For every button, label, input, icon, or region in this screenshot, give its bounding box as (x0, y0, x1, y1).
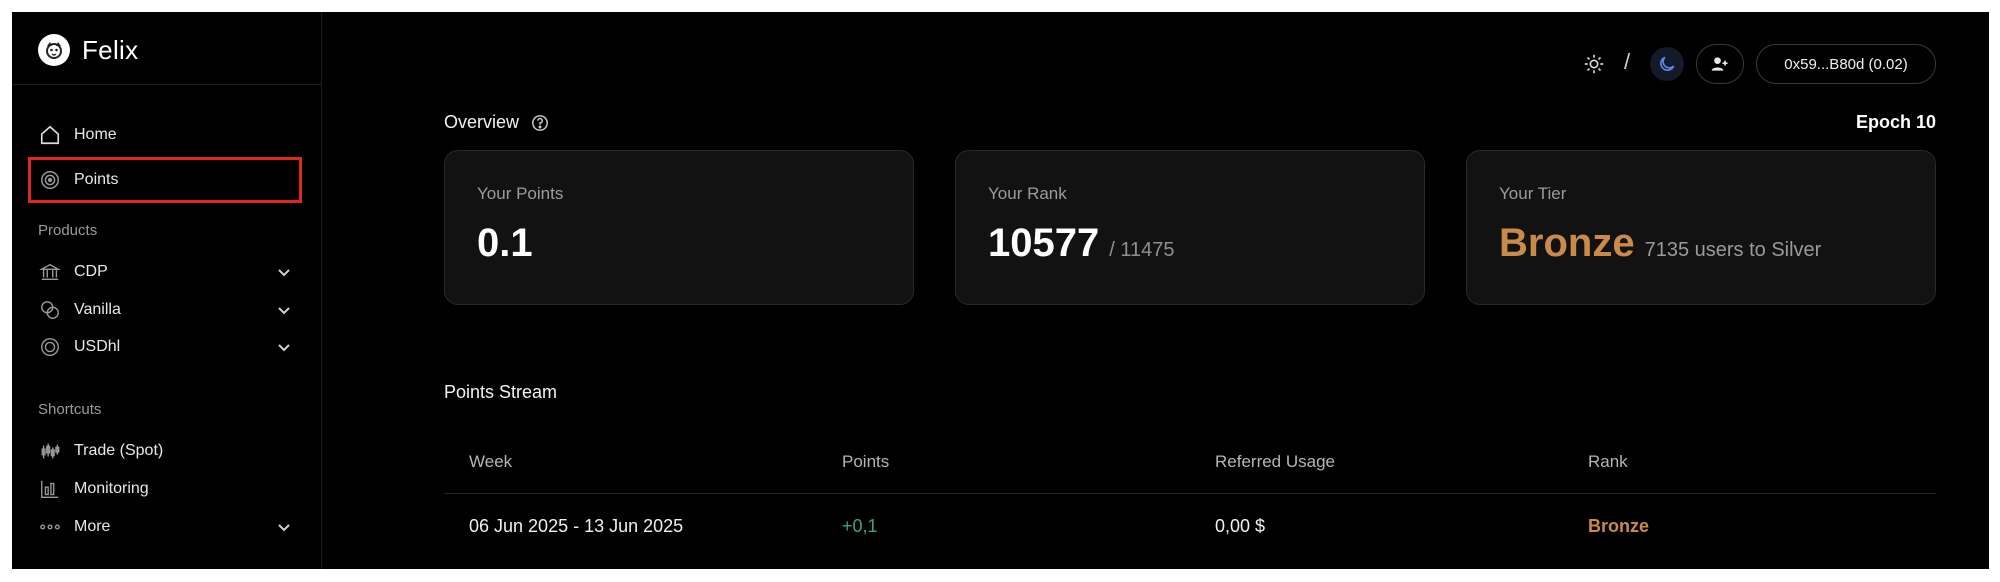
sidebar-item-label: Home (74, 126, 117, 143)
coins-icon (38, 298, 62, 322)
moon-icon (1660, 56, 1675, 71)
points-value: 0.1 (477, 221, 533, 266)
sidebar-item-more[interactable]: More (38, 512, 298, 542)
sidebar-item-label: Monitoring (74, 480, 149, 497)
cell-points: +0,1 (842, 516, 878, 536)
coin-icon (38, 335, 62, 359)
table-row: 06 Jun 2025 - 13 Jun 2025 +0,1 0,00 $ Br… (444, 494, 1936, 558)
sidebar-item-label: Vanilla (74, 301, 121, 318)
tier-card: Your Tier Bronze 7135 users to Silver (1466, 150, 1936, 305)
sidebar-item-label: USDhl (74, 338, 121, 355)
cell-week: 06 Jun 2025 - 13 Jun 2025 (469, 516, 684, 536)
tier-value-text: Bronze (1499, 221, 1635, 265)
sun-icon (1584, 54, 1604, 74)
tier-note: 7135 users to Silver (1644, 239, 1822, 261)
overview-title-text: Overview (444, 112, 520, 132)
chevron-down-icon (278, 269, 290, 277)
points-stream-title: Points Stream (444, 382, 558, 402)
tier-card-label: Your Tier (1499, 184, 1567, 203)
epoch-label: Epoch 10 (1855, 112, 1936, 132)
points-card-label: Your Points (477, 184, 564, 203)
sidebar-item-label: Points (74, 171, 119, 188)
points-value-text: 0.1 (477, 221, 533, 265)
app-name: Felix (82, 34, 139, 65)
logo[interactable]: Felix (38, 30, 138, 70)
sidebar-item-label: Trade (Spot) (74, 442, 164, 459)
app-window: Felix Home Points Products CDP Vanilla U… (12, 12, 1989, 569)
rank-card-label: Your Rank (988, 184, 1067, 203)
user-plus-icon (1711, 57, 1728, 71)
rank-value-text: 10577 (988, 221, 1100, 265)
section-title-products: Products (38, 222, 98, 239)
overview-title: Overview (444, 112, 549, 133)
sidebar-item-cdp[interactable]: CDP (38, 257, 298, 287)
divider (12, 84, 322, 85)
points-card: Your Points 0.1 (444, 150, 914, 305)
points-stream-table: Week Points Referred Usage Rank 06 Jun 2… (444, 432, 1936, 558)
theme-separator: / (1624, 49, 1631, 74)
column-header-points: Points (842, 452, 890, 471)
section-title-shortcuts: Shortcuts (38, 401, 102, 418)
chevron-down-icon (278, 307, 290, 315)
chevron-down-icon (278, 344, 290, 352)
chevron-down-icon (278, 524, 290, 532)
dark-theme-button[interactable] (1650, 47, 1684, 81)
sidebar-item-points[interactable]: Points (38, 165, 298, 195)
home-icon (38, 123, 62, 147)
help-icon[interactable] (531, 114, 549, 132)
column-header-week: Week (469, 452, 513, 471)
sidebar-item-usdhl[interactable]: USDhl (38, 332, 298, 362)
table-header-row: Week Points Referred Usage Rank (444, 432, 1936, 494)
bar-chart-icon (38, 477, 62, 501)
sidebar-item-label: More (74, 518, 111, 535)
felix-logo-icon (38, 34, 70, 66)
cell-rank: Bronze (1588, 516, 1650, 536)
candlestick-icon (38, 439, 62, 463)
bank-icon (38, 260, 62, 284)
wallet-button[interactable]: 0x59...B80d (0.02) (1756, 44, 1936, 84)
rank-total: / 11475 (1109, 239, 1175, 261)
cell-referred-usage: 0,00 $ (1215, 516, 1266, 536)
sidebar-item-vanilla[interactable]: Vanilla (38, 295, 298, 325)
rank-card: Your Rank 10577 / 11475 (955, 150, 1425, 305)
dots-icon (38, 515, 62, 539)
sidebar: Felix Home Points Products CDP Vanilla U… (12, 12, 322, 569)
target-icon (38, 168, 62, 192)
sidebar-item-label: CDP (74, 263, 108, 280)
rank-value: 10577 / 11475 (988, 221, 1174, 266)
column-header-rank: Rank (1588, 452, 1628, 471)
sidebar-item-trade-spot[interactable]: Trade (Spot) (38, 436, 298, 466)
invite-user-button[interactable] (1696, 44, 1744, 84)
light-theme-button[interactable] (1580, 50, 1608, 78)
sidebar-item-monitoring[interactable]: Monitoring (38, 474, 298, 504)
tier-value: Bronze 7135 users to Silver (1499, 221, 1821, 266)
sidebar-item-home[interactable]: Home (38, 120, 298, 150)
column-header-referred-usage: Referred Usage (1215, 452, 1336, 471)
